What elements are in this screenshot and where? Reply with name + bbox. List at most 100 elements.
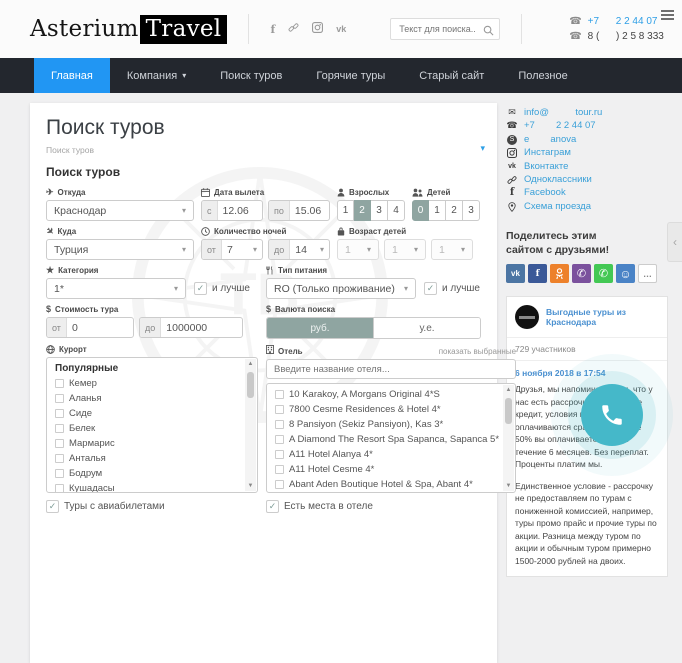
phone-number-2[interactable]: 8 ( ) 2 5 8 333: [588, 29, 664, 44]
share-viber-button[interactable]: ✆: [572, 264, 591, 284]
date-to-input[interactable]: [289, 204, 329, 217]
nights-from-select[interactable]: от: [201, 239, 263, 260]
category-select[interactable]: 1*: [46, 278, 186, 299]
hotel-search-input[interactable]: [266, 359, 517, 379]
nav-item-old-site[interactable]: Старый сайт: [402, 58, 501, 93]
checkbox[interactable]: [275, 390, 284, 399]
hotel-availability-checkbox[interactable]: [266, 500, 279, 513]
nav-item-hot-tours[interactable]: Горячие туры: [299, 58, 402, 93]
resort-option[interactable]: Сиде: [55, 406, 241, 421]
instagram-icon[interactable]: [312, 22, 324, 36]
scrollbar[interactable]: [245, 359, 256, 491]
checkbox[interactable]: [275, 450, 284, 459]
meal-select[interactable]: RO (Только проживание): [266, 278, 416, 299]
meal-and-better-checkbox[interactable]: [424, 282, 437, 295]
hotel-option[interactable]: A11 Hotel Alanya 4*: [275, 447, 499, 462]
to-select[interactable]: Турция: [46, 239, 194, 260]
child-age-select-2[interactable]: 1: [384, 239, 426, 260]
hotel-option[interactable]: 7800 Cesme Residences & Hotel 4*: [275, 402, 499, 417]
contact-instagram[interactable]: Инстаграм: [506, 146, 668, 159]
callback-phone-button[interactable]: [581, 384, 643, 446]
checkbox[interactable]: [55, 394, 64, 403]
hotel-option[interactable]: Abant Aden Boutique Hotel & Spa, Abant 4…: [275, 477, 499, 492]
checkbox[interactable]: [55, 469, 64, 478]
hotel-option[interactable]: A11 Hotel Cesme 4*: [275, 462, 499, 477]
adults-3-button[interactable]: 3: [371, 200, 388, 221]
resort-option[interactable]: Мармарис: [55, 436, 241, 451]
contact-odnoklassniki[interactable]: Одноклассники: [506, 173, 668, 186]
contact-skype[interactable]: Se anova: [506, 133, 668, 146]
nav-item-useful[interactable]: Полезное: [501, 58, 584, 93]
children-3-button[interactable]: 3: [463, 200, 480, 221]
checkbox[interactable]: [275, 420, 284, 429]
category-and-better-checkbox[interactable]: [194, 282, 207, 295]
share-vk-button[interactable]: vk: [506, 264, 525, 284]
contact-email[interactable]: info@ tour.ru: [506, 106, 668, 119]
children-1-button[interactable]: 1: [429, 200, 446, 221]
nav-item-home[interactable]: Главная: [34, 58, 110, 93]
checkbox[interactable]: [55, 484, 64, 492]
from-select[interactable]: Краснодар: [46, 200, 194, 221]
currency-rub-button[interactable]: руб.: [267, 318, 373, 338]
nights-to-select[interactable]: до: [268, 239, 330, 260]
checkbox[interactable]: [275, 480, 284, 489]
share-moimir-button[interactable]: ☺: [616, 264, 635, 284]
checkbox[interactable]: [275, 435, 284, 444]
adults-1-button[interactable]: 1: [337, 200, 354, 221]
share-odnoklassniki-button[interactable]: [550, 264, 569, 284]
nav-item-company[interactable]: Компания: [110, 58, 203, 93]
show-selected-link[interactable]: показать выбранные: [439, 347, 516, 356]
breadcrumb[interactable]: Поиск туров: [46, 145, 481, 155]
hotel-option[interactable]: A Diamond The Resort Spa Sapanca, Sapanc…: [275, 432, 499, 447]
hotel-option[interactable]: Abant Gokdere Kartal Yuvasi Hotel 3*: [275, 492, 499, 493]
group-avatar[interactable]: [515, 305, 539, 330]
children-0-button[interactable]: 0: [412, 200, 429, 221]
resort-option[interactable]: Анталья: [55, 451, 241, 466]
checkbox[interactable]: [55, 454, 64, 463]
post-date-link[interactable]: 6 ноября 2018 в 17:54: [515, 368, 659, 378]
nights-from-value[interactable]: [221, 243, 253, 256]
scrollbar[interactable]: [503, 385, 515, 491]
resort-option[interactable]: Кушадасы: [55, 481, 241, 492]
resort-option[interactable]: Аланья: [55, 391, 241, 406]
resort-option[interactable]: Белек: [55, 421, 241, 436]
adults-4-button[interactable]: 4: [388, 200, 405, 221]
resort-option[interactable]: Кемер: [55, 376, 241, 391]
nights-to-value[interactable]: [290, 243, 320, 256]
hamburger-menu-icon[interactable]: [661, 8, 674, 22]
date-from-input[interactable]: [217, 204, 262, 217]
collapse-icon[interactable]: [480, 143, 485, 154]
hotel-option[interactable]: 10 Karakoy, A Morgans Original 4*S: [275, 387, 499, 402]
nav-item-tour-search[interactable]: Поиск туров: [203, 58, 299, 93]
child-age-select-3[interactable]: 1: [431, 239, 473, 260]
checkbox[interactable]: [275, 465, 284, 474]
link-icon[interactable]: [288, 22, 299, 36]
checkbox[interactable]: [55, 424, 64, 433]
contact-vk[interactable]: vk Вконтакте: [506, 160, 668, 173]
phone-number-1[interactable]: +7 2 2 44 07: [588, 14, 658, 29]
share-more-button[interactable]: …: [638, 264, 657, 284]
scrollbar-thumb[interactable]: [505, 398, 513, 424]
child-age-select-1[interactable]: 1: [337, 239, 379, 260]
children-2-button[interactable]: 2: [446, 200, 463, 221]
group-name-link[interactable]: Выгодные туры из Краснодара: [546, 307, 659, 327]
facebook-icon[interactable]: f: [270, 24, 275, 35]
checkbox[interactable]: [55, 379, 64, 388]
resort-option[interactable]: Бодрум: [55, 466, 241, 481]
adults-2-button[interactable]: 2: [354, 200, 371, 221]
checkbox[interactable]: [275, 405, 284, 414]
checkbox[interactable]: [55, 439, 64, 448]
contact-directions[interactable]: Схема проезда: [506, 200, 668, 213]
search-icon[interactable]: [483, 23, 494, 41]
contact-phone[interactable]: +7 2 2 44 07: [506, 119, 668, 132]
tours-with-flights-checkbox[interactable]: [46, 500, 59, 513]
side-panel-toggle[interactable]: [667, 222, 682, 262]
contact-facebook[interactable]: f Facebook: [506, 186, 668, 199]
price-to-input[interactable]: [161, 321, 242, 334]
share-whatsapp-button[interactable]: ✆: [594, 264, 613, 284]
site-logo[interactable]: Asterium Travel: [30, 15, 228, 44]
scrollbar-thumb[interactable]: [247, 372, 254, 398]
price-from-input[interactable]: [66, 321, 133, 334]
hotel-option[interactable]: 8 Pansiyon (Sekiz Pansiyon), Kas 3*: [275, 417, 499, 432]
currency-usd-button[interactable]: у.е.: [373, 318, 480, 338]
